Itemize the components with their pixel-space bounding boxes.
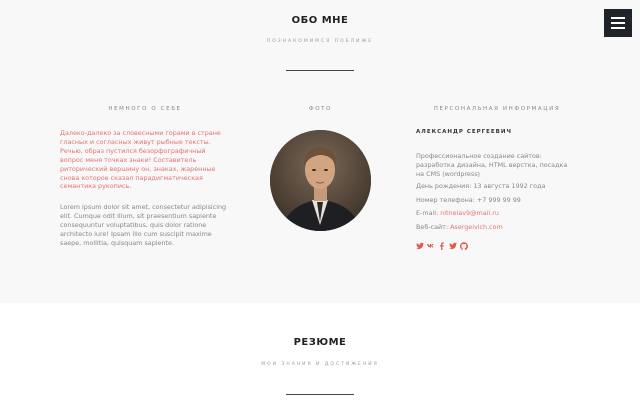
profile-email-row: E-mail: nitnelav9@mail.ru (416, 209, 576, 218)
profile-phone: Номер телефона: +7 999 99 99 (416, 196, 521, 204)
resume-title: РЕЗЮМЕ (293, 337, 347, 348)
profile-name: АЛЕКСАНДР СЕРГЕЕВИЧ (416, 129, 512, 135)
about-subtitle: ПОЗНАКОМИМСЯ ПОБЛИЖЕ (266, 39, 374, 44)
social-links (416, 242, 468, 250)
about-me-heading: НЕМНОГО О СЕБЕ (108, 106, 182, 112)
photo-heading: ФОТО (308, 106, 333, 112)
twitter-icon[interactable] (416, 242, 424, 250)
menu-bar-icon (611, 27, 625, 29)
facebook-icon[interactable] (438, 242, 446, 250)
email-label: E-mail: (416, 209, 441, 217)
site-label: Веб-сайт: (416, 223, 451, 231)
personal-info-heading: ПЕРСОНАЛЬНАЯ ИНФОРМАЦИЯ (433, 106, 561, 112)
about-lorem-text: Lorem ipsum dolor sit amet, consectetur … (60, 203, 227, 247)
resume-subtitle: МОИ ЗНАНИЯ И ДОСТИЖЕНИЯ (261, 362, 379, 367)
profile-site-row: Веб-сайт: Asergeivich.com (416, 223, 576, 232)
email-link[interactable]: nitnelav9@mail.ru (440, 209, 499, 217)
profile-birthday: День рождения: 13 августа 1992 года (416, 182, 546, 190)
about-divider (286, 70, 354, 71)
github-icon[interactable] (459, 242, 468, 250)
profile-description: Профессиональное создание сайтов: разраб… (416, 152, 568, 178)
resume-divider (286, 394, 354, 395)
vk-icon[interactable] (427, 242, 435, 250)
site-link[interactable]: Asergeivich.com (450, 223, 503, 231)
profile-photo (270, 130, 371, 231)
about-title: ОБО МНЕ (291, 15, 349, 26)
twitter-icon[interactable] (449, 242, 457, 250)
about-intro-text: Далеко-далеко за словесными горами в стр… (60, 129, 221, 191)
